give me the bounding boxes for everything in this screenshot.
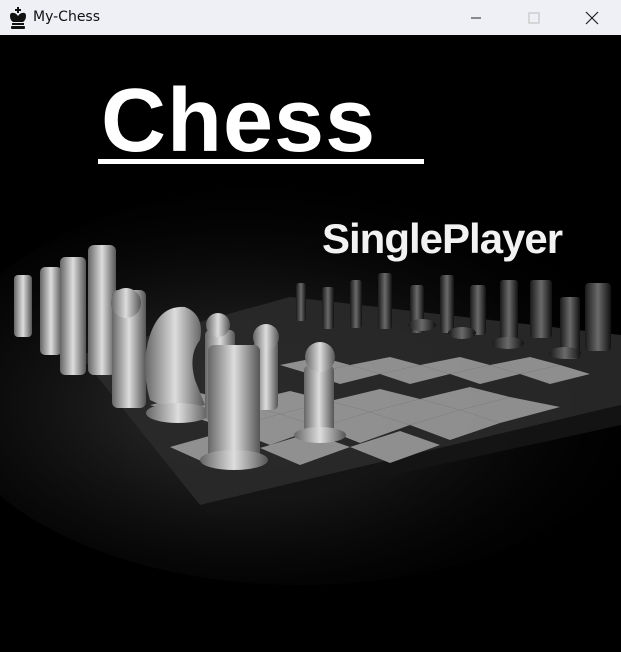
minimize-button[interactable] xyxy=(447,0,505,35)
single-player-button[interactable]: SinglePlayer xyxy=(322,218,563,260)
chess-heading: Chess xyxy=(101,71,377,171)
minimize-icon xyxy=(471,17,481,18)
maximize-icon xyxy=(528,12,540,23)
app-window: My-Chess Chess SinglePlayer xyxy=(0,0,621,652)
close-icon xyxy=(585,11,599,24)
close-button[interactable] xyxy=(563,0,621,35)
main-content: Chess SinglePlayer xyxy=(0,35,621,652)
title-bar[interactable]: My-Chess xyxy=(0,0,621,35)
chess-king-icon xyxy=(10,7,26,29)
maximize-button[interactable] xyxy=(505,0,563,35)
window-title: My-Chess xyxy=(33,9,101,25)
heading-underline xyxy=(98,159,424,164)
